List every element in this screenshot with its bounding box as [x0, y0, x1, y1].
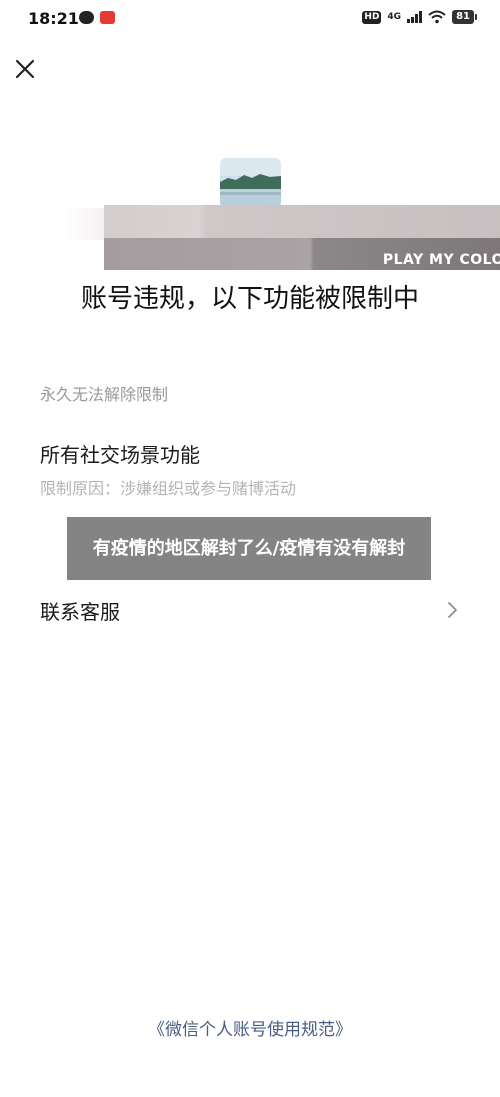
banner-text: PLAY MY COLO	[382, 252, 500, 268]
restricted-feature: 所有社交场景功能	[40, 443, 200, 467]
status-time: 18:21	[28, 9, 79, 28]
account-avatar	[220, 158, 281, 208]
page-title: 账号违规，以下功能被限制中	[80, 284, 419, 314]
advertisement-banner: PLAY MY COLO	[104, 205, 500, 270]
battery-icon: 81	[452, 10, 477, 24]
restriction-duration: 永久无法解除限制	[40, 385, 169, 404]
hd-voice-icon: HD	[362, 10, 382, 24]
image-edge	[64, 208, 104, 240]
chevron-right-icon	[448, 602, 457, 618]
signal-icon	[407, 11, 423, 23]
restriction-reason: 限制原因：涉嫌组织或参与赌博活动	[40, 479, 297, 498]
usage-policy-link[interactable]: 《微信个人账号使用规范》	[0, 1015, 500, 1040]
status-bar: 18:21 HD 4G 81	[0, 0, 500, 38]
close-icon	[15, 59, 35, 79]
caption-overlay: 有疫情的地区解封了么/疫情有没有解封	[67, 517, 431, 580]
status-indicators: HD 4G 81	[362, 10, 477, 24]
contact-support-label: 联系客服	[40, 600, 120, 624]
caption-text: 有疫情的地区解封了么/疫情有没有解封	[92, 537, 406, 559]
network-type-icon: 4G	[387, 11, 402, 22]
notification-app-icon-red	[100, 11, 115, 24]
close-button[interactable]	[10, 54, 40, 84]
contact-support-row[interactable]: 联系客服	[0, 586, 500, 632]
wifi-icon	[428, 10, 446, 24]
notification-app-icon	[79, 11, 94, 24]
